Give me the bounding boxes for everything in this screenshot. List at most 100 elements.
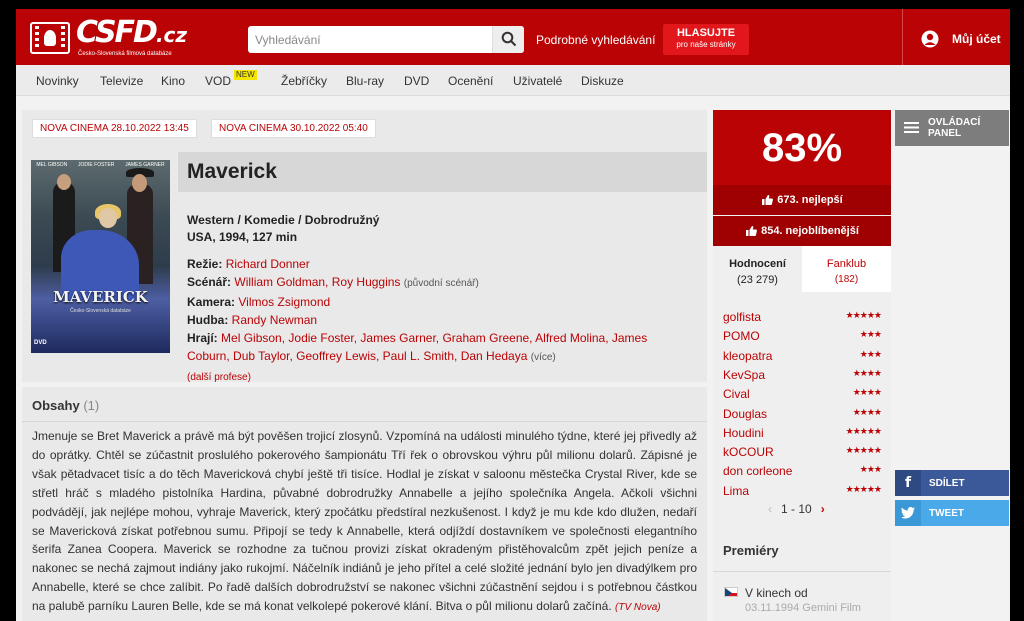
- twitter-share-button[interactable]: TWEET: [895, 500, 1009, 526]
- user-name-link[interactable]: golfista: [723, 310, 761, 324]
- search-icon: [501, 31, 517, 47]
- crew-director: Režie: Richard Donner: [187, 257, 310, 271]
- film-origin: USA, 1994, 127 min: [187, 230, 298, 244]
- cast-links[interactable]: Mel Gibson, Jodie Foster, James Garner, …: [187, 331, 647, 363]
- user-ratings-list: golfista ★★★★★ POMO ★★★ kleopatra ★★★ KevSp…: [713, 292, 891, 536]
- poster-subtitle: Česko-Slovenská databáze: [70, 308, 131, 314]
- control-panel-button[interactable]: OVLÁDACÍ PANEL: [895, 110, 1009, 146]
- premiere-type: V kinech od: [745, 586, 808, 600]
- user-name-link[interactable]: Lima: [723, 484, 749, 498]
- star-rating: ★★★★★: [845, 426, 882, 437]
- search-button[interactable]: [492, 26, 524, 53]
- plot-box: Obsahy (1) Jmenuje se Bret Maverick a pr…: [22, 387, 707, 621]
- user-rating-row: KevSpa ★★★★: [723, 368, 883, 387]
- rank-best[interactable]: 673. nejlepší: [713, 185, 891, 215]
- user-name-link[interactable]: KevSpa: [723, 368, 765, 382]
- writers-link[interactable]: William Goldman, Roy Huggins: [234, 275, 400, 289]
- facebook-icon: f: [895, 470, 921, 496]
- user-name-link[interactable]: Douglas: [723, 407, 767, 421]
- film-box: NOVA CINEMA 28.10.2022 13:45 NOVA CINEMA…: [22, 110, 707, 383]
- logo-wordmark: CSFD.cz: [76, 15, 188, 50]
- nav-vod[interactable]: VOD: [205, 74, 231, 88]
- star-rating: ★★★★★: [845, 446, 882, 457]
- user-name-link[interactable]: kleopatra: [723, 349, 772, 363]
- tweet-label: TWEET: [929, 508, 964, 519]
- nav-oceneni[interactable]: Ocenění: [448, 74, 493, 88]
- thumbs-up-icon: [762, 195, 774, 205]
- new-badge: NEW: [234, 70, 257, 80]
- film-strip-icon: [30, 22, 70, 54]
- tv-broadcast-2[interactable]: NOVA CINEMA 30.10.2022 05:40: [211, 119, 376, 138]
- music-link[interactable]: Randy Newman: [232, 313, 317, 327]
- twitter-icon: [895, 500, 921, 526]
- search-input[interactable]: [248, 26, 492, 53]
- user-name-link[interactable]: kOCOUR: [723, 445, 774, 459]
- tab-ratings[interactable]: Hodnocení (23 279): [713, 246, 802, 292]
- user-rating-row: don corleone ★★★: [723, 464, 883, 483]
- user-name-link[interactable]: don corleone: [723, 464, 792, 478]
- director-link[interactable]: Richard Donner: [226, 257, 310, 271]
- nav-diskuze[interactable]: Diskuze: [581, 74, 624, 88]
- account-button[interactable]: Můj účet: [920, 30, 1001, 48]
- user-rating-row: Houdini ★★★★★: [723, 426, 883, 445]
- premieres-box: Premiéry V kinech od 03.11.1994 Gemini F…: [713, 531, 891, 621]
- user-name-link[interactable]: Cival: [723, 387, 750, 401]
- divider: [22, 421, 707, 422]
- logo-subtitle: Česko-Slovenská filmová databáze: [78, 51, 172, 57]
- nav-kino[interactable]: Kino: [161, 74, 185, 88]
- page: CSFD.cz Česko-Slovenská filmová databáze…: [16, 9, 1010, 621]
- vote-button[interactable]: HLASUJTE pro naše stránky: [663, 24, 749, 55]
- search-box: [248, 26, 524, 53]
- crew-more: (další profese): [187, 367, 673, 387]
- csfd-logo[interactable]: CSFD.cz Česko-Slovenská filmová databáze: [30, 15, 190, 60]
- advanced-search-link[interactable]: Podrobné vyhledávání: [536, 33, 655, 47]
- user-rating-row: POMO ★★★: [723, 329, 883, 348]
- control-panel-label: OVLÁDACÍ PANEL: [928, 117, 981, 139]
- user-rating-row: golfista ★★★★★: [723, 310, 883, 329]
- film-title-bar: Maverick: [178, 152, 707, 192]
- star-rating: ★★★: [859, 349, 882, 360]
- rank-popular[interactable]: 854. nejoblíbenější: [713, 216, 891, 246]
- more-professions-link[interactable]: (další profese): [187, 372, 251, 383]
- user-rating-row: Lima ★★★★★: [723, 484, 883, 503]
- user-rating-row: Douglas ★★★★: [723, 407, 883, 426]
- share-label: SDÍLET: [929, 478, 965, 489]
- user-name-link[interactable]: Houdini: [723, 426, 764, 440]
- plot-source[interactable]: (TV Nova): [615, 602, 661, 613]
- nav-novinky[interactable]: Novinky: [36, 74, 79, 88]
- user-rating-row: kleopatra ★★★: [723, 349, 883, 368]
- user-name-link[interactable]: POMO: [723, 329, 760, 343]
- film-genres: Western / Komedie / Dobrodružný: [187, 213, 380, 227]
- nav-uzivatele[interactable]: Uživatelé: [513, 74, 562, 88]
- menu-icon: [904, 122, 919, 133]
- nav-bluray[interactable]: Blu-ray: [346, 74, 384, 88]
- next-page-icon[interactable]: ›: [821, 502, 825, 516]
- thumbs-up-icon: [746, 226, 757, 236]
- cast-more-link[interactable]: (více): [531, 352, 556, 363]
- rating-box: 83%: [713, 110, 891, 185]
- plot-text: Jmenuje se Bret Maverick a právě má být …: [32, 429, 697, 614]
- film-title: Maverick: [187, 160, 277, 183]
- nav-dvd[interactable]: DVD: [404, 74, 429, 88]
- header-divider: [902, 9, 903, 65]
- star-rating: ★★★★: [852, 368, 882, 379]
- prev-page-icon[interactable]: ‹: [768, 502, 772, 516]
- plot-count: (1): [83, 398, 100, 413]
- vote-title: HLASUJTE: [676, 27, 736, 39]
- star-rating: ★★★: [859, 330, 882, 341]
- nav-televize[interactable]: Televize: [100, 74, 143, 88]
- nav-zebricky[interactable]: Žebříčky: [281, 74, 327, 88]
- vote-subtitle: pro naše stránky: [676, 40, 736, 49]
- writers-note: (původní scénář): [403, 278, 479, 289]
- user-rating-row: kOCOUR ★★★★★: [723, 445, 883, 464]
- camera-link[interactable]: Vilmos Zsigmond: [238, 295, 330, 309]
- rating-percent: 83%: [761, 126, 843, 170]
- film-poster[interactable]: MEL GIBSON JODIE FOSTER JAMES GARNER MAV…: [31, 160, 170, 353]
- tab-fanclub[interactable]: Fanklub (182): [802, 246, 891, 292]
- main-nav: Novinky Televize Kino VOD NEW Žebříčky B…: [16, 65, 1010, 96]
- pagination: ‹ 1 - 10 ›: [768, 502, 838, 516]
- top-bar: CSFD.cz Česko-Slovenská filmová databáze…: [16, 9, 1010, 65]
- account-label: Můj účet: [952, 32, 1001, 46]
- tv-broadcast-1[interactable]: NOVA CINEMA 28.10.2022 13:45: [32, 119, 197, 138]
- facebook-share-button[interactable]: f SDÍLET: [895, 470, 1009, 496]
